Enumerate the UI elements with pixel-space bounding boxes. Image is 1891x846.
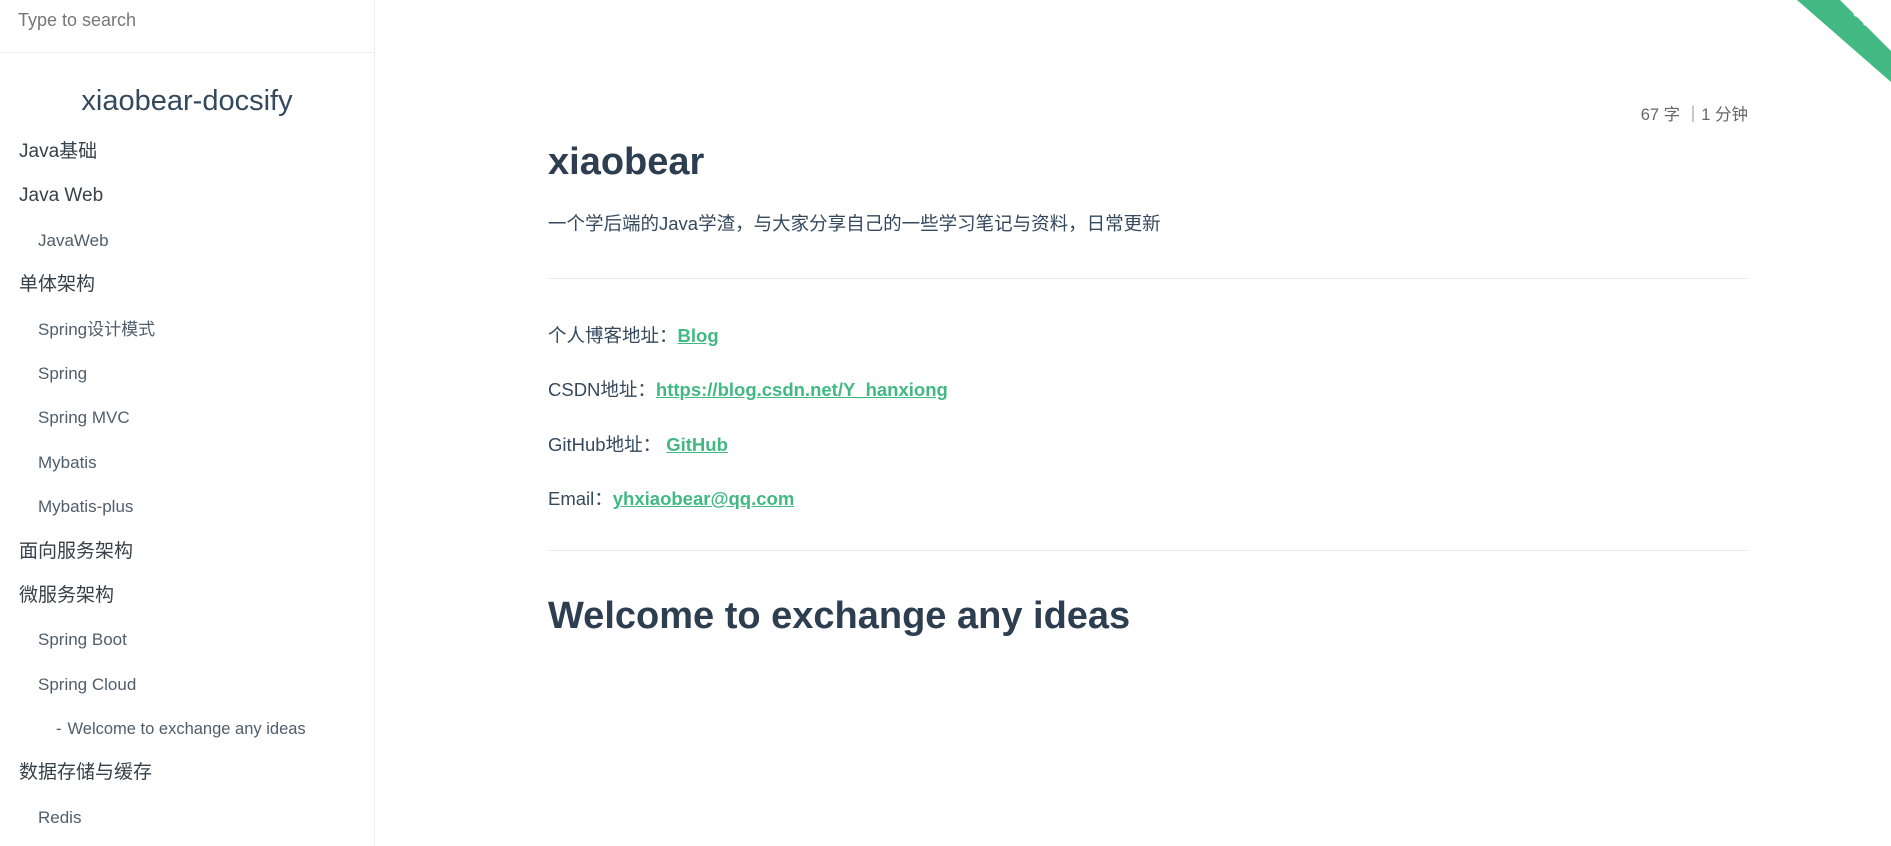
blog-row: 个人博客地址：Blog — [548, 322, 719, 348]
page-title: xiaobear — [548, 141, 705, 183]
blog-link[interactable]: Blog — [678, 325, 719, 346]
github-corner[interactable] — [1797, 0, 1891, 82]
intro-text: 一个学后端的Java学渣，与大家分享自己的一些学习笔记与资料，日常更新 — [548, 213, 1161, 234]
sidebar-item-label: Welcome to exchange any ideas — [67, 720, 306, 739]
sidebar-item-java-web[interactable]: Java Web — [0, 174, 374, 218]
sidebar-item-mybatis-plus[interactable]: Mybatis-plus — [0, 485, 374, 529]
sidebar-item-spring-cloud[interactable]: Spring Cloud — [0, 663, 374, 707]
sidebar-item-mybatis[interactable]: Mybatis — [0, 441, 374, 485]
app-name[interactable]: xiaobear-docsify — [0, 80, 374, 122]
sidebar-item-microservices[interactable]: 微服务架构 — [0, 574, 374, 618]
github-octocat-icon — [1797, 0, 1891, 82]
sidebar-item-monolithic-architecture[interactable]: 单体架构 — [0, 263, 374, 307]
sidebar: xiaobear-docsify Java基础 Java Web JavaWeb… — [0, 0, 375, 846]
sidebar-item-welcome[interactable]: - Welcome to exchange any ideas — [0, 707, 374, 751]
divider — [548, 550, 1748, 551]
github-label: GitHub地址： — [548, 434, 667, 455]
email-link[interactable]: yhxiaobear@qq.com — [613, 488, 795, 509]
sidebar-item-spring-mvc[interactable]: Spring MVC — [0, 396, 374, 440]
csdn-row: CSDN地址：https://blog.csdn.net/Y_hanxiong — [548, 376, 948, 402]
sidebar-item-spring-design-patterns[interactable]: Spring设计模式 — [0, 308, 374, 352]
sidebar-item-spring[interactable]: Spring — [0, 352, 374, 396]
word-count-reading-time: 67 字 ｜1 分钟 — [1640, 106, 1748, 124]
github-row: GitHub地址： GitHub — [548, 431, 728, 457]
github-link[interactable]: GitHub — [666, 434, 728, 455]
sidebar-item-bullet: - — [56, 720, 62, 739]
email-row: Email：yhxiaobear@qq.com — [548, 485, 794, 511]
divider — [548, 278, 1748, 279]
csdn-label: CSDN地址： — [548, 379, 656, 400]
search-bar — [0, 0, 374, 53]
sidebar-item-soa[interactable]: 面向服务架构 — [0, 530, 374, 574]
search-input[interactable] — [18, 6, 348, 34]
sidebar-item-data-storage-cache[interactable]: 数据存储与缓存 — [0, 751, 374, 795]
csdn-link[interactable]: https://blog.csdn.net/Y_hanxiong — [656, 379, 948, 400]
sidebar-item-java-basics[interactable]: Java基础 — [0, 130, 374, 174]
email-label: Email： — [548, 488, 613, 509]
blog-label: 个人博客地址： — [548, 325, 678, 346]
sidebar-item-javaweb[interactable]: JavaWeb — [0, 219, 374, 263]
sidebar-item-spring-boot[interactable]: Spring Boot — [0, 618, 374, 662]
section-heading: Welcome to exchange any ideas — [548, 595, 1131, 637]
sidebar-item-redis[interactable]: Redis — [0, 796, 374, 840]
sidebar-nav: Java基础 Java Web JavaWeb 单体架构 Spring设计模式 … — [0, 130, 374, 840]
